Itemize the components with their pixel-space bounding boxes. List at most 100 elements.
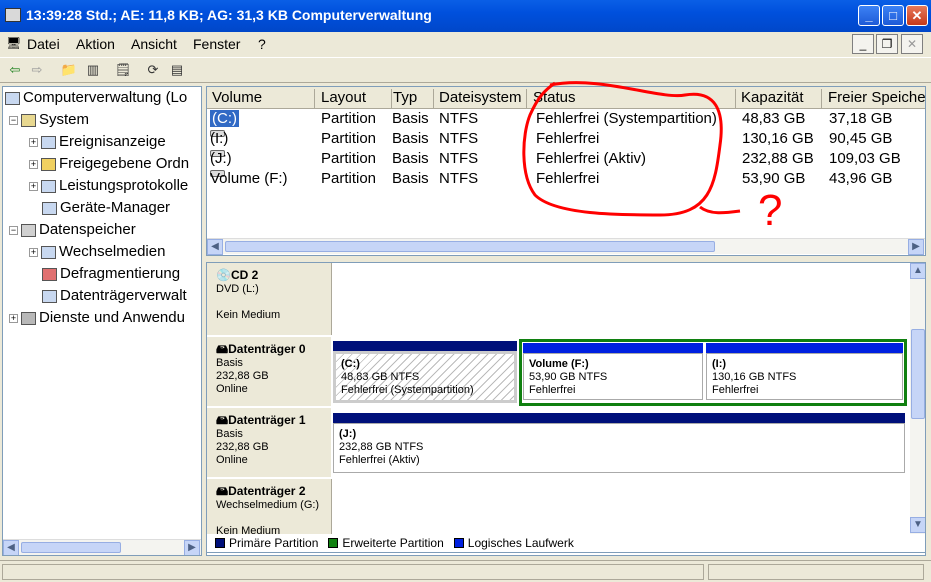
type-cell: Basis <box>392 130 429 147</box>
menu-fenster[interactable]: Fenster <box>193 36 240 52</box>
partition-body: (C:) 48,83 GB NTFS Fehlerfrei (Systempar… <box>333 351 517 403</box>
disk-size: 232,88 GB <box>216 441 269 453</box>
storage-icon <box>21 223 36 237</box>
tree-item-disk-management[interactable]: Datenträgerverwalt <box>42 287 187 304</box>
up-folder-icon[interactable]: 📁 <box>60 62 78 79</box>
disk-type: Wechselmedium (G:) <box>216 499 320 511</box>
partition-i[interactable]: (I:) 130,16 GB NTFS Fehlerfrei <box>706 343 903 403</box>
partition-size: 53,90 GB NTFS <box>529 371 608 383</box>
scroll-down-icon[interactable]: ▼ <box>910 517 925 533</box>
partition-body: (I:) 130,16 GB NTFS Fehlerfrei <box>706 353 903 400</box>
partition-body: (J:) 232,88 GB NTFS Fehlerfrei (Aktiv) <box>333 423 905 473</box>
column-header-type[interactable]: Typ <box>388 89 434 109</box>
tree-item-shared-folders[interactable]: + Freigegebene Ordn <box>29 155 189 172</box>
menu-aktion[interactable]: Aktion <box>76 36 115 52</box>
menu-help[interactable]: ? <box>258 36 266 52</box>
filesystem-cell: NTFS <box>439 130 479 147</box>
disk-label-1[interactable]: 🖴Datenträger 1 Basis 232,88 GB Online <box>207 408 331 477</box>
partition-c[interactable]: (C:) 48,83 GB NTFS Fehlerfrei (Systempar… <box>333 341 517 404</box>
question-mark-annotation: ? <box>758 186 783 235</box>
partition-f[interactable]: Volume (F:) 53,90 GB NTFS Fehlerfrei <box>523 343 703 403</box>
filesystem-cell: NTFS <box>439 150 479 167</box>
removable-disk-icon: 🖴 <box>216 484 229 498</box>
system-tools-icon <box>21 113 36 127</box>
layout-cell: Partition <box>321 110 377 127</box>
disk-type: DVD (L:) <box>216 283 259 295</box>
scroll-left-icon[interactable]: ◀ <box>207 239 223 255</box>
partition-status: Fehlerfrei (Aktiv) <box>339 454 420 466</box>
toolbar: ⇦ ⇨ 📁 ▥ 🗒 ⟳ ▤ <box>0 57 931 83</box>
column-header-volume[interactable]: Volume <box>207 89 315 109</box>
partition-status: Fehlerfrei <box>712 384 759 396</box>
cd2-area <box>331 263 911 335</box>
expand-icon[interactable]: + <box>29 247 38 257</box>
logical-swatch <box>453 538 464 548</box>
partition-name: (I:) <box>712 358 727 370</box>
expand-icon[interactable]: + <box>29 159 38 169</box>
scroll-thumb[interactable] <box>911 329 925 419</box>
scroll-up-icon[interactable]: ▲ <box>910 263 925 279</box>
scroll-right-icon[interactable]: ▶ <box>908 239 924 255</box>
disk-label-cd2[interactable]: 💿CD 2 DVD (L:) Kein Medium <box>207 263 331 335</box>
hard-disk-icon: 🖴 <box>216 342 229 356</box>
type-cell: Basis <box>392 150 429 167</box>
scroll-right-icon[interactable]: ▶ <box>184 540 200 555</box>
properties-icon[interactable]: 🗒 <box>114 62 132 79</box>
tree-item-removable-storage[interactable]: + Wechselmedien <box>29 243 165 260</box>
expand-icon[interactable]: + <box>29 137 38 147</box>
free-space-cell: 109,03 GB <box>829 150 901 167</box>
disk-status: Kein Medium <box>216 525 281 534</box>
disk-size: 232,88 GB <box>216 370 269 382</box>
export-list-icon[interactable]: ▤ <box>168 62 186 79</box>
tree-item-performance-logs[interactable]: + Leistungsprotokolle <box>29 177 188 194</box>
column-header-layout[interactable]: Layout <box>316 89 392 109</box>
layout-cell: Partition <box>321 130 377 147</box>
child-restore-button[interactable]: ❐ <box>876 34 898 54</box>
disk-label-2[interactable]: 🖴Datenträger 2 Wechselmedium (G:) Kein M… <box>207 479 331 534</box>
child-minimize-button[interactable]: _ <box>852 34 874 54</box>
refresh-icon[interactable]: ⟳ <box>144 62 162 79</box>
partition-status: Fehlerfrei (Systempartition) <box>341 384 474 396</box>
tree-item-device-manager[interactable]: Geräte-Manager <box>42 199 170 216</box>
menu-bar: 🖥 Datei Aktion Ansicht Fenster ? <box>0 32 931 57</box>
performance-icon <box>41 179 56 193</box>
tree-horizontal-scrollbar[interactable]: ◀ ▶ <box>3 539 201 555</box>
tree-item-services[interactable]: + Dienste und Anwendu <box>9 309 185 326</box>
red-circle-annotation <box>522 81 741 217</box>
graph-vertical-scrollbar[interactable]: ▲ ▼ <box>910 263 925 534</box>
tree-item-storage[interactable]: − Datenspeicher <box>9 221 136 238</box>
minimize-button[interactable]: _ <box>858 5 880 26</box>
layout-cell: Partition <box>321 150 377 167</box>
column-header-free-space[interactable]: Freier Speiche <box>823 89 925 109</box>
expand-icon[interactable]: + <box>9 313 18 323</box>
forward-icon[interactable]: ⇨ <box>28 62 46 79</box>
partition-size: 48,83 GB NTFS <box>341 371 420 383</box>
collapse-icon[interactable]: − <box>9 225 18 235</box>
primary-swatch <box>215 538 225 548</box>
status-pane <box>2 564 704 580</box>
free-space-cell: 43,96 GB <box>829 170 893 187</box>
legend-primary: Primäre Partition <box>229 536 319 550</box>
scroll-thumb[interactable] <box>21 542 121 553</box>
close-button[interactable]: ✕ <box>906 5 928 26</box>
tree-item-event-viewer[interactable]: + Ereignisanzeige <box>29 133 166 150</box>
expand-icon[interactable]: + <box>29 181 38 191</box>
menu-ansicht[interactable]: Ansicht <box>131 36 177 52</box>
back-icon[interactable]: ⇦ <box>6 62 24 79</box>
show-tree-icon[interactable]: ▥ <box>84 62 102 79</box>
disk-management-icon <box>42 289 57 303</box>
maximize-button[interactable]: □ <box>882 5 904 26</box>
disk-label-0[interactable]: 🖴Datenträger 0 Basis 232,88 GB Online <box>207 337 331 406</box>
computer-icon <box>5 8 21 22</box>
tree-item-defragmentation[interactable]: Defragmentierung <box>42 265 180 282</box>
menu-datei[interactable]: Datei <box>27 36 60 52</box>
partition-name: Volume (F:) <box>529 358 589 370</box>
tree-item-root[interactable]: Computerverwaltung (Lo <box>5 89 187 106</box>
legend-logical: Logisches Laufwerk <box>467 536 574 550</box>
child-close-button[interactable]: ✕ <box>901 34 923 54</box>
partition-j[interactable]: (J:) 232,88 GB NTFS Fehlerfrei (Aktiv) <box>333 413 905 475</box>
scroll-left-icon[interactable]: ◀ <box>3 540 19 555</box>
window-title: 13:39:28 Std.; AE: 11,8 KB; AG: 31,3 KB … <box>26 7 432 23</box>
tree-item-system[interactable]: − System <box>9 111 89 128</box>
collapse-icon[interactable]: − <box>9 115 18 125</box>
